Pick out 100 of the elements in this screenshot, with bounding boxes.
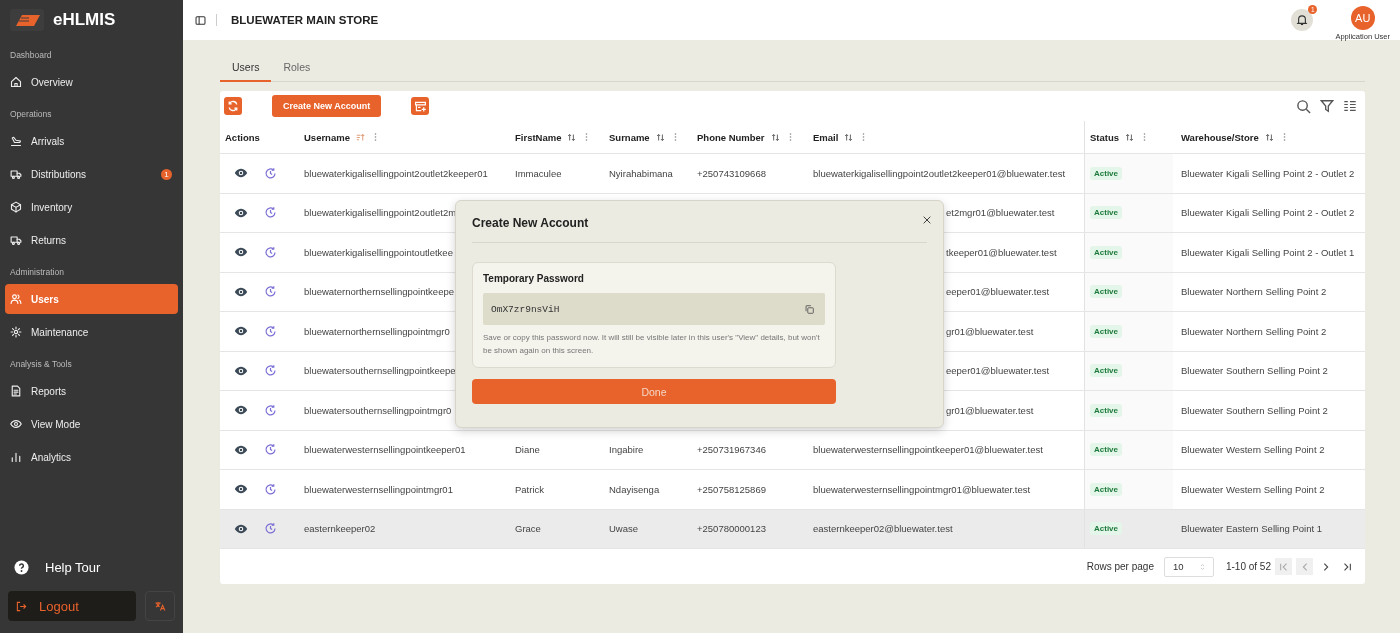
table-cell: Nyirahabimana <box>609 167 673 179</box>
column-menu-icon[interactable] <box>1282 132 1286 142</box>
nav-item[interactable]: Distributions 1 <box>5 159 178 189</box>
tab[interactable]: Roles <box>271 56 323 82</box>
table-cell: Bluewater Kigali Selling Point 2 - Outlet 2 <box>1181 167 1355 179</box>
app-name: eHLMIS <box>53 10 116 30</box>
nav-item[interactable]: Reports <box>5 376 178 406</box>
table-cell: Bluewater Western Selling Point 2 <box>1181 444 1325 456</box>
column-header: Actions <box>225 131 260 143</box>
password-field[interactable]: OmX7zr9nsViH <box>483 293 825 325</box>
users-icon <box>10 293 22 305</box>
nav-item[interactable]: Returns <box>5 225 178 255</box>
reset-icon[interactable] <box>264 285 277 299</box>
bell-icon <box>1296 14 1309 26</box>
nav-item[interactable]: Maintenance <box>5 317 178 347</box>
column-menu-icon[interactable] <box>1143 132 1147 142</box>
status-badge: Active <box>1090 166 1122 180</box>
logo-icon <box>10 9 44 31</box>
bars-icon <box>10 451 22 463</box>
stepper-icon <box>1199 562 1205 571</box>
table-cell: bluewaterwesternsellingpointkeeper01 <box>304 444 466 456</box>
table-row[interactable]: easternkeeper02 Grace Uwase +250780000123 easternkeeper02@bluewater.test Active Bluewater Eastern Selling Point 1 <box>220 509 1365 549</box>
column-header: Status <box>1090 131 1120 143</box>
copy-icon[interactable] <box>804 303 815 315</box>
status-badge: Active <box>1090 245 1122 259</box>
nav-item[interactable]: Overview <box>5 67 178 97</box>
sort-icon[interactable] <box>1125 132 1135 142</box>
table-cell: Bluewater Kigali Selling Point 2 - Outlet 1 <box>1181 246 1355 258</box>
table-cell: easternkeeper02@bluewater.test <box>813 523 953 535</box>
section-title: Operations <box>9 108 53 121</box>
table-cell: Ndayisenga <box>609 483 660 495</box>
table-cell: bluewatersouthernsellingpointmgr0 <box>304 404 452 416</box>
filter-icon[interactable] <box>1320 99 1334 113</box>
nav-item[interactable]: Arrivals <box>5 126 178 156</box>
sort-icon[interactable] <box>1264 132 1274 142</box>
logout-icon <box>16 600 27 612</box>
tab[interactable]: Users <box>220 56 272 82</box>
table-cell: bluewaterkigalisellingpoint2outlet2keeper01@bluewater.test <box>813 167 1066 179</box>
status-badge: Active <box>1090 522 1122 536</box>
column-header: Email <box>813 131 839 143</box>
search-icon[interactable] <box>1296 98 1311 114</box>
column-header: FirstName <box>515 131 562 143</box>
table-cell: Diane <box>515 444 540 456</box>
column-header: Surname <box>609 131 650 143</box>
column-menu-icon[interactable] <box>373 132 377 142</box>
column-menu-icon[interactable] <box>862 132 866 142</box>
store-button[interactable] <box>411 97 430 115</box>
column-menu-icon[interactable] <box>585 132 589 142</box>
sort-icon[interactable] <box>567 132 577 142</box>
table-cell: Grace <box>515 523 541 535</box>
reset-icon[interactable] <box>264 443 277 457</box>
table-cell: bluewaterwesternsellingpointkeeper01@bluewater.test <box>813 444 1043 456</box>
reset-icon[interactable] <box>264 245 277 259</box>
status-badge: Active <box>1090 324 1122 338</box>
sort-icon[interactable] <box>770 132 780 142</box>
nav-item[interactable]: Inventory <box>5 192 178 222</box>
eye-icon <box>10 418 22 430</box>
status-badge: Active <box>1090 482 1122 496</box>
table-cell: Bluewater Southern Selling Point 2 <box>1181 365 1328 377</box>
reset-icon[interactable] <box>264 482 277 496</box>
status-badge: Active <box>1090 285 1122 299</box>
refresh-button[interactable] <box>224 97 242 115</box>
table-cell: bluewaternorthernsellingpointmgr0 <box>304 325 450 337</box>
reset-icon[interactable] <box>264 522 277 536</box>
reset-icon[interactable] <box>264 324 277 338</box>
reset-icon[interactable] <box>264 166 277 180</box>
table-cell: et2mgr01@bluewater.test <box>946 207 1055 219</box>
nav-item[interactable]: Analytics <box>5 442 178 472</box>
reset-icon[interactable] <box>264 206 277 220</box>
table-cell: +250780000123 <box>697 523 766 535</box>
column-menu-icon[interactable] <box>673 132 677 142</box>
doc-icon <box>10 385 22 397</box>
language-button[interactable] <box>145 591 175 621</box>
table-cell: Bluewater Northern Selling Point 2 <box>1181 325 1327 337</box>
table-cell: Ingabire <box>609 444 644 456</box>
status-badge: Active <box>1090 206 1122 220</box>
close-icon[interactable] <box>923 215 931 224</box>
table-cell: eeper01@bluewater.test <box>946 365 1050 377</box>
table-cell: Bluewater Eastern Selling Point 1 <box>1181 523 1322 535</box>
table-cell: Patrick <box>515 483 545 495</box>
reset-icon[interactable] <box>264 403 277 417</box>
reset-icon[interactable] <box>264 364 277 378</box>
table-row[interactable]: bluewaterwesternsellingpointkeeper01 Diane Ingabire +250731967346 bluewaterwesternsellingpointkeeper01@bluewater.test Active Bluewater Western Selling Point 2 <box>220 430 1365 470</box>
column-menu-icon[interactable] <box>788 132 792 142</box>
sorted-icon[interactable] <box>355 132 365 142</box>
sort-icon[interactable] <box>655 132 665 142</box>
columns-icon[interactable] <box>1343 99 1357 113</box>
logout-button[interactable]: Logout <box>8 591 136 621</box>
sort-icon[interactable] <box>844 132 854 142</box>
nav-item[interactable]: View Mode <box>5 409 178 439</box>
table-row[interactable]: bluewaterwesternsellingpointmgr01 Patrick Ndayisenga +250758125869 bluewaterwesternsellingpointmgr01@bluewater.test Active Bluewater Western Selling Point 2 <box>220 470 1365 510</box>
table-cell: +250731967346 <box>697 444 766 456</box>
table-row[interactable]: bluewaterkigalisellingpoint2outlet2keeper01 Immaculee Nyirahabimana +250743109668 bluewaterkigalisellingpoint2outlet2keeper01@bluewater.test Active Bluewater Kigali Selling Point 2 - Outlet 2 <box>220 154 1365 194</box>
truck-icon <box>10 234 22 246</box>
section-title: Dashboard <box>9 49 53 62</box>
table-cell: bluewaterkigalisellingpoint2outlet2m <box>304 207 457 219</box>
table-cell: +250743109668 <box>697 167 766 179</box>
help-tour-link[interactable]: Help Tour <box>8 560 175 591</box>
page-size-select[interactable]: 10 <box>1163 556 1214 577</box>
sidebar-toggle-icon[interactable] <box>195 14 206 26</box>
